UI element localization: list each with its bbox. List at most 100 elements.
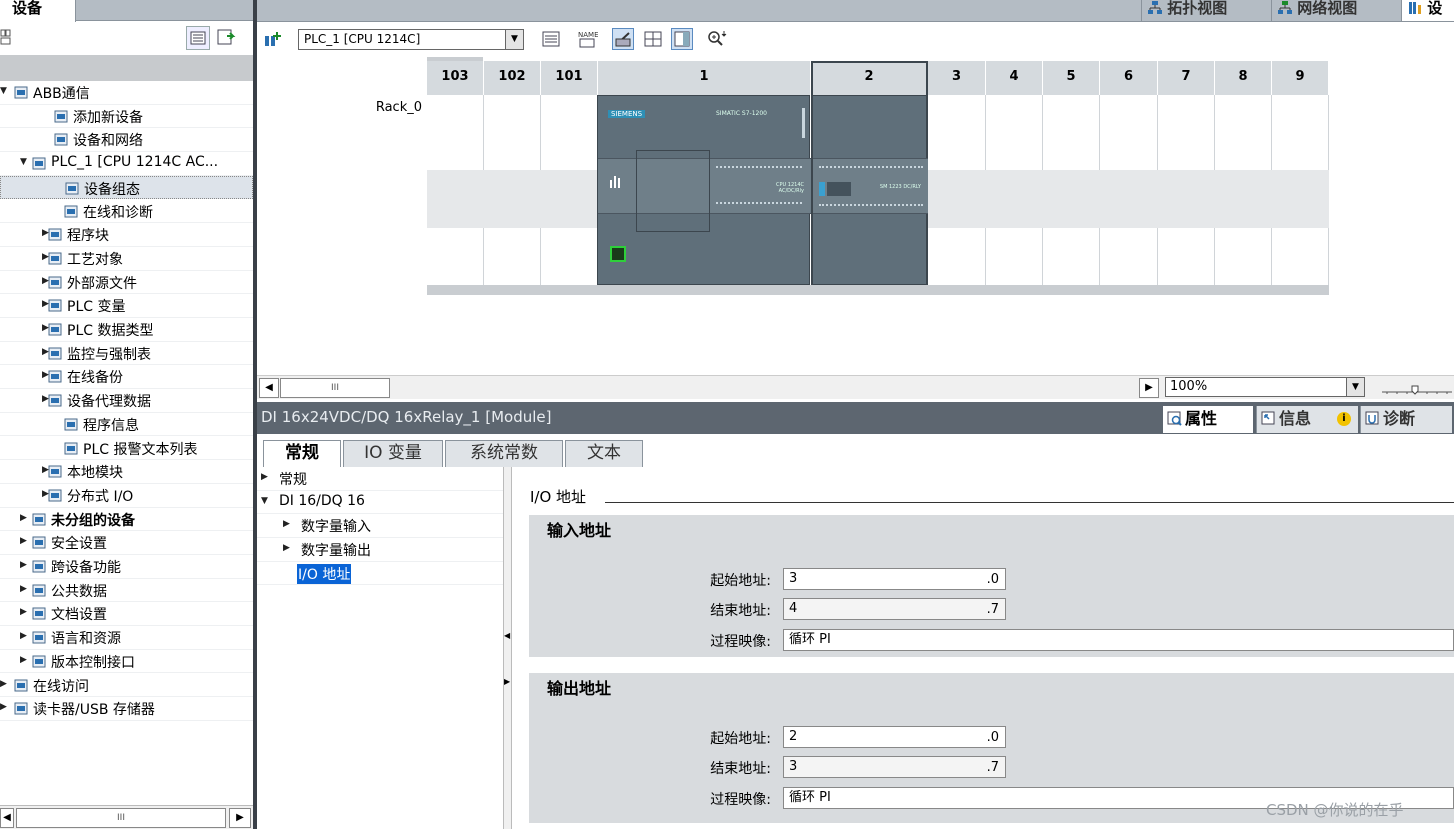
tab-general[interactable]: 常规 (263, 440, 341, 468)
tab-network-view[interactable]: 网络视图 (1271, 0, 1399, 21)
plc-select-value: PLC_1 [CPU 1214C] (304, 32, 421, 46)
tree-item[interactable]: ▶ 在线访问 (0, 674, 253, 698)
tree-item[interactable]: ▶ PLC 变量 (0, 294, 253, 318)
expand-arrow-icon[interactable]: ▶ (20, 513, 27, 523)
scroll-left-icon[interactable]: ◀ (0, 808, 14, 828)
collapse-left-icon[interactable]: ◀ (504, 631, 510, 640)
cpu-model: SIMATIC S7-1200 (716, 110, 767, 117)
tree-item-label: 工艺对象 (67, 251, 123, 268)
tree-item[interactable]: ▶ 程序块 (0, 223, 253, 247)
view-tabbar: 拓扑视图 网络视图 设 (257, 0, 1454, 22)
tree-item[interactable]: ▶ 安全设置 (0, 531, 253, 555)
tree-item[interactable]: ▶ 跨设备功能 (0, 555, 253, 579)
expand-arrow-icon[interactable]: ▶ (261, 472, 268, 482)
tree-item[interactable]: ▶ PLC 数据类型 (0, 318, 253, 342)
tree-item[interactable]: ▶ 外部源文件 (0, 271, 253, 295)
tab-system-constants[interactable]: 系统常数 (445, 440, 563, 467)
tab-info[interactable]: 信息 i (1256, 406, 1358, 433)
name-icon[interactable]: NAME (576, 28, 598, 50)
tree-item[interactable]: ▼ PLC_1 [CPU 1214C AC... (0, 152, 253, 176)
tab-devices[interactable]: 设备 (0, 0, 76, 22)
tree-item[interactable]: ▶ 文档设置 (0, 602, 253, 627)
ungrouped-devices-icon (32, 512, 47, 527)
tree-item[interactable]: ▶ 工艺对象 (0, 247, 253, 271)
tree-item[interactable]: ▶ 设备代理数据 (0, 389, 253, 413)
expand-arrow-icon[interactable]: ▶ (0, 702, 7, 712)
tree-item[interactable]: 设备和网络 (0, 128, 253, 153)
scroll-thumb[interactable]: III (16, 808, 226, 828)
nav-item[interactable]: ▶ 数字量输出 (257, 538, 503, 562)
canvas-scroll-thumb[interactable]: III (280, 378, 390, 398)
tree-item[interactable]: ▶ 语言和资源 (0, 626, 253, 650)
expand-arrow-icon[interactable]: ▶ (20, 655, 27, 665)
canvas-scroll-right-icon[interactable]: ▶ (1139, 378, 1159, 398)
sm-module[interactable]: SM 1223 DC/RLY (812, 95, 928, 285)
tree-item[interactable]: PLC 报警文本列表 (0, 437, 253, 461)
expand-arrow-icon[interactable]: ▶ (0, 679, 7, 689)
grid-icon[interactable] (642, 28, 664, 50)
plc-icon (32, 156, 47, 171)
input-process-image-select[interactable]: 循环 PI (783, 629, 1454, 651)
zoom-icon[interactable] (706, 28, 728, 50)
tree-item[interactable]: ▶ 监控与强制表 (0, 342, 253, 366)
project-tree-hscrollbar[interactable]: ◀ III ▶ (0, 805, 253, 829)
tab-diagnostics[interactable]: 诊断 (1360, 406, 1452, 433)
properties-splitter[interactable]: ◀ ▶ (503, 467, 512, 829)
tree-item[interactable]: 在线和诊断 (0, 200, 253, 224)
expand-arrow-icon[interactable]: ▶ (20, 560, 27, 570)
tree-item[interactable]: 程序信息 (0, 413, 253, 437)
add-to-view-icon[interactable] (215, 26, 239, 50)
input-end-suffix: .7 (986, 602, 999, 617)
tab-properties[interactable]: 属性 (1163, 406, 1253, 433)
zoom-select[interactable]: 100% ▼ (1165, 377, 1365, 397)
tree-item[interactable]: ▶ 未分组的设备 (0, 508, 253, 532)
sm-io-dots-bottom (819, 204, 923, 208)
expand-arrow-icon[interactable]: ▶ (283, 543, 290, 553)
select-device-icon[interactable] (262, 28, 284, 50)
output-start-address-field[interactable]: 2 .0 (783, 726, 1006, 748)
input-start-address-field[interactable]: 3 .0 (783, 568, 1006, 590)
collapse-arrow-icon[interactable]: ▼ (20, 157, 27, 167)
project-tree-toolbar (0, 22, 253, 55)
expand-right-icon[interactable]: ▶ (504, 677, 510, 686)
device-proxy-icon (48, 393, 63, 408)
nav-item[interactable]: ▼ DI 16/DQ 16 (257, 491, 503, 515)
version-control-icon (32, 654, 47, 669)
tree-item[interactable]: ▶ 本地模块 (0, 460, 253, 484)
tab-device-view[interactable]: 设 (1401, 0, 1454, 21)
plc-device-select[interactable]: PLC_1 [CPU 1214C] ▼ (298, 29, 524, 50)
module-overview-icon[interactable] (540, 28, 562, 50)
nav-item[interactable]: ▶ 数字量输入 (257, 514, 503, 539)
nav-item[interactable]: I/O 地址 (257, 562, 503, 586)
dropdown-arrow-icon[interactable]: ▼ (505, 30, 523, 49)
tree-item[interactable]: 添加新设备 (0, 105, 253, 129)
tree-item[interactable]: ▶ 版本控制接口 (0, 650, 253, 674)
tab-texts[interactable]: 文本 (565, 440, 643, 467)
zoom-slider[interactable] (1382, 384, 1452, 396)
tree-item[interactable]: ▶ 在线备份 (0, 365, 253, 390)
rack-slot-band (427, 170, 484, 228)
expand-arrow-icon[interactable]: ▶ (20, 631, 27, 641)
expand-arrow-icon[interactable]: ▶ (283, 519, 290, 529)
tab-topology-view[interactable]: 拓扑视图 (1141, 0, 1269, 21)
tab-io-tags[interactable]: IO 变量 (343, 440, 443, 467)
tree-item[interactable]: ▶ 分布式 I/O (0, 484, 253, 508)
expand-arrow-icon[interactable]: ▶ (20, 536, 27, 546)
scroll-right-icon[interactable]: ▶ (229, 808, 251, 828)
panel-icon[interactable] (671, 28, 693, 50)
canvas-scroll-left-icon[interactable]: ◀ (259, 378, 279, 398)
tree-item[interactable]: ▼ ABB通信 (0, 81, 253, 105)
tree-item[interactable]: ▶ 公共数据 (0, 579, 253, 603)
cpu-module[interactable]: SIEMENS SIMATIC S7-1200 CPU 1214C AC/DC/… (597, 95, 811, 285)
overview-toggle-icon[interactable] (186, 26, 210, 50)
tree-item[interactable]: 设备组态 (0, 175, 253, 200)
collapse-arrow-icon[interactable]: ▼ (261, 496, 268, 506)
show-modules-icon[interactable] (612, 28, 634, 50)
network-icon (54, 132, 69, 147)
expand-arrow-icon[interactable]: ▶ (20, 607, 27, 617)
nav-item[interactable]: ▶ 常规 (257, 467, 503, 491)
tree-item[interactable]: ▶ 读卡器/USB 存储器 (0, 697, 253, 721)
expand-arrow-icon[interactable]: ▶ (20, 584, 27, 594)
collapse-arrow-icon[interactable]: ▼ (0, 86, 7, 96)
zoom-dropdown-icon[interactable]: ▼ (1346, 378, 1364, 396)
